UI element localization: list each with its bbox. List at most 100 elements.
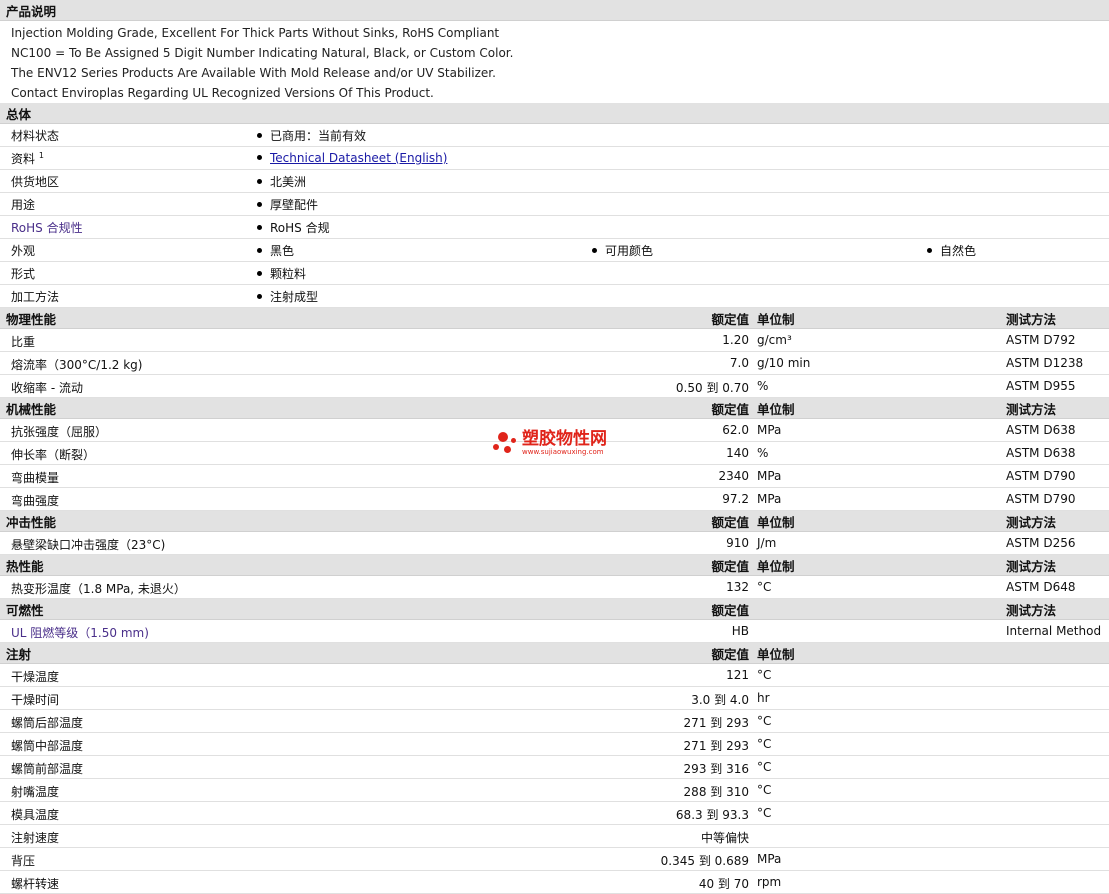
property-label: 注射速度 [11,831,60,845]
row-value: RoHS 合规 [257,219,330,236]
property-test-method: ASTM D1238 [1006,356,1084,370]
property-test-method: ASTM D638 [1006,446,1076,460]
general-row: 用途 厚壁配件 [0,193,1109,216]
row-value: Technical Datasheet (English) [257,151,447,165]
row-value-text: 可用颜色 [605,243,654,258]
property-row: 热变形温度（1.8 MPa, 未退火） 132 °C ASTM D648 [0,576,1109,599]
property-label: 抗张强度（屈服） [11,425,108,439]
section-general: 总体 [0,103,1109,124]
property-value: 910 [726,536,749,550]
section-title: 总体 [6,106,32,122]
header-rated-value: 额定值 [711,646,749,662]
header-unit: 单位制 [757,401,795,417]
row-value-text: 自然色 [940,243,977,258]
row-value: 颗粒料 [257,265,306,282]
row-value-2: 可用颜色 [592,242,653,259]
property-unit: g/10 min [757,356,811,370]
watermark-name: 塑胶物性网 [522,429,607,449]
watermark-dots-icon [492,428,522,458]
row-label: 用途 [11,197,36,212]
property-row: UL 阻燃等级（1.50 mm) HB Internal Method [0,620,1109,643]
bullet-icon [257,224,262,230]
header-unit: 单位制 [757,558,795,574]
property-label: 螺筒前部温度 [11,762,84,776]
bullet-icon [592,247,597,253]
property-row: 射嘴温度 288 到 310 °C [0,779,1109,802]
section-injection: 注射 额定值 单位制 [0,643,1109,664]
property-value: 2340 [718,469,749,483]
row-value-text: 北美洲 [270,174,307,189]
bullet-icon [257,247,262,253]
section-impact: 冲击性能 额定值 单位制 测试方法 [0,511,1109,532]
property-value: 0.345 到 0.689 [660,854,749,868]
row-label: 材料状态 [11,128,60,143]
property-test-method: ASTM D790 [1006,492,1076,506]
description-block: Injection Molding Grade, Excellent For T… [0,21,1109,103]
row-value: 北美洲 [257,173,306,190]
row-label: 外观 [11,243,36,258]
property-row: 螺筒前部温度 293 到 316 °C [0,756,1109,779]
bullet-icon [927,247,932,253]
header-rated-value: 额定值 [711,401,749,417]
property-row: 模具温度 68.3 到 93.3 °C [0,802,1109,825]
header-test-method: 测试方法 [1006,514,1057,530]
property-label: 伸长率（断裂） [11,448,96,462]
property-label: UL 阻燃等级（1.50 mm) [11,626,149,640]
watermark-logo: 塑胶物性网 www.sujiaowuxing.com [492,428,607,458]
section-description: 产品说明 [0,0,1109,21]
property-row: 收缩率 - 流动 0.50 到 0.70% ASTM D955 [0,375,1109,398]
row-label: RoHS 合规性 [11,220,83,235]
property-unit: MPa [757,423,782,437]
general-row: 加工方法 注射成型 [0,285,1109,308]
row-value: 注射成型 [257,288,318,305]
property-row: 注射速度 中等偏快 [0,825,1109,848]
row-value-text: 黑色 [270,243,295,258]
property-value: 7.0 [729,356,749,370]
property-row: 熔流率（300°C/1.2 kg) 7.0 g/10 min ASTM D1238 [0,352,1109,375]
property-test-method: ASTM D955 [1006,379,1076,393]
property-value: 68.3 到 93.3 [675,808,749,822]
bullet-icon [257,155,262,160]
property-label: 弯曲强度 [11,494,60,508]
property-test-method: ASTM D648 [1006,580,1076,594]
datasheet-link[interactable]: Technical Datasheet (English) [270,151,447,165]
property-label: 收缩率 - 流动 [11,381,83,395]
row-value: 厚壁配件 [257,196,318,213]
property-value: 0.50 到 0.70 [675,381,749,395]
property-test-method: ASTM D638 [1006,423,1076,437]
section-title: 机械性能 [6,401,57,417]
row-value-text: 注射成型 [270,289,319,304]
property-value: 140 [726,446,749,460]
property-unit: °C [757,580,772,594]
property-label: 螺筒后部温度 [11,716,84,730]
property-row: 弯曲强度 97.2 MPa ASTM D790 [0,488,1109,511]
general-row: 资料 1 Technical Datasheet (English) [0,147,1109,170]
header-rated-value: 额定值 [711,602,749,618]
property-unit: °C [757,714,772,728]
property-label: 弯曲模量 [11,471,60,485]
property-label: 模具温度 [11,808,60,822]
general-row: 形式 颗粒料 [0,262,1109,285]
property-unit: °C [757,783,772,797]
property-row: 螺筒中部温度 271 到 293 °C [0,733,1109,756]
property-value: 132 [726,580,749,594]
header-test-method: 测试方法 [1006,602,1057,618]
row-label: 资料 1 [11,150,44,167]
header-rated-value: 额定值 [711,514,749,530]
property-value: HB [731,624,749,638]
row-value: 已商用：当前有效 [257,127,366,144]
property-unit: rpm [757,875,782,889]
property-row: 螺筒后部温度 271 到 293 °C [0,710,1109,733]
watermark-url: www.sujiaowuxing.com [522,448,604,456]
description-line: Contact Enviroplas Regarding UL Recogniz… [11,86,434,100]
header-test-method: 测试方法 [1006,401,1057,417]
header-test-method: 测试方法 [1006,558,1057,574]
row-value-text: 已商用：当前有效 [270,128,367,143]
property-test-method: ASTM D792 [1006,333,1076,347]
section-mechanical: 机械性能 额定值 单位制 测试方法 [0,398,1109,419]
property-row: 背压 0.345 到 0.689 MPa [0,848,1109,871]
row-value-text: RoHS 合规 [270,220,330,235]
property-test-method: ASTM D790 [1006,469,1076,483]
property-unit: °C [757,668,772,682]
property-row: 弯曲模量 2340 MPa ASTM D790 [0,465,1109,488]
